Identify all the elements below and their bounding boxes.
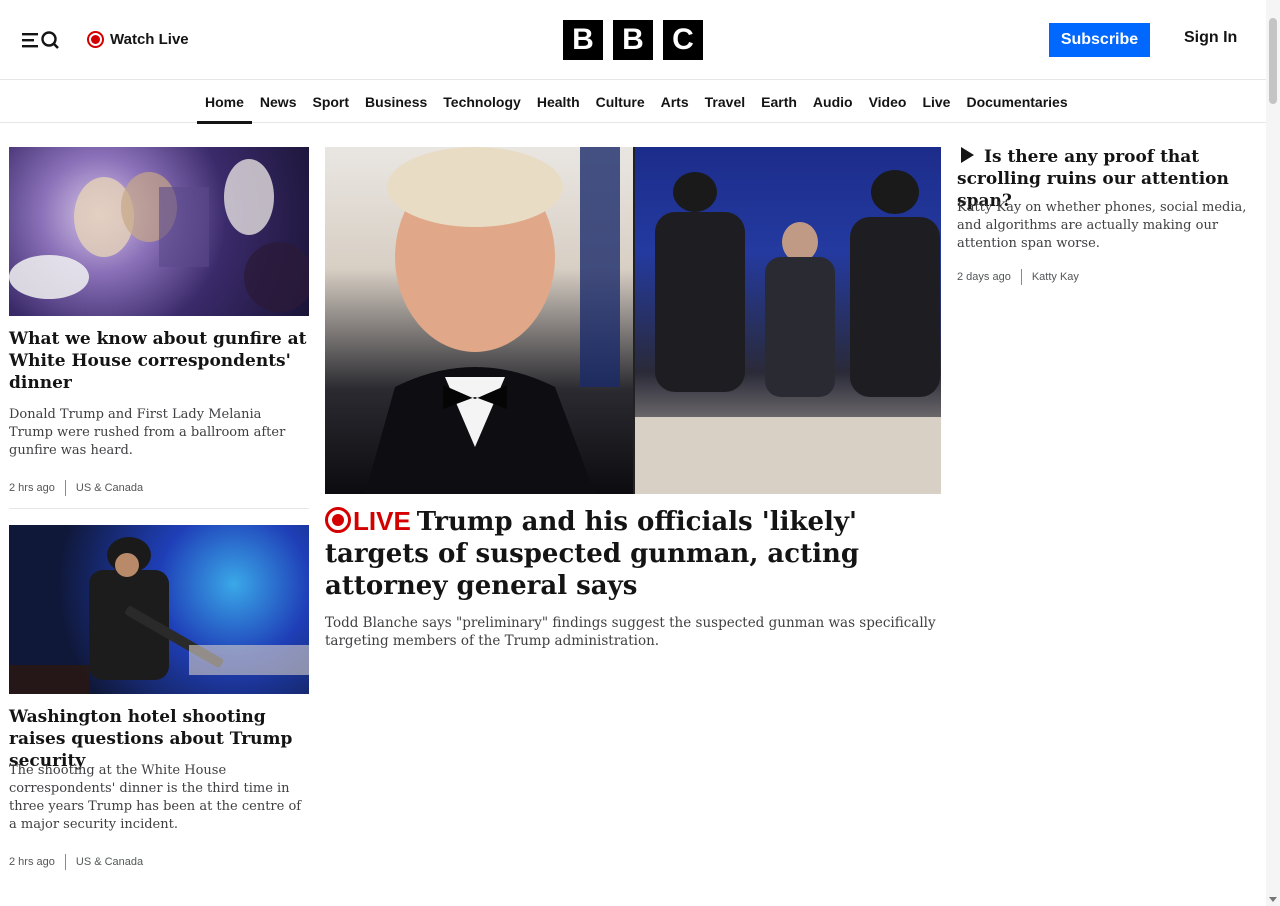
story-time: 2 days ago	[957, 271, 1011, 283]
photo-placeholder	[9, 159, 309, 312]
logo-letter: B	[563, 20, 603, 60]
story-image-hotel-shooting[interactable]	[9, 525, 309, 694]
site-header: Watch Live B B C Subscribe Sign In	[0, 0, 1266, 80]
story-section-link[interactable]: US & Canada	[76, 856, 143, 868]
main-story-image[interactable]	[325, 147, 941, 494]
nav-item-arts[interactable]: Arts	[653, 81, 697, 123]
scrollbar-thumb[interactable]	[1269, 18, 1277, 104]
portrait-placeholder	[365, 147, 620, 494]
nav-item-travel[interactable]: Travel	[697, 81, 753, 123]
watch-live-label: Watch Live	[110, 30, 189, 48]
story-image-gunfire-dinner[interactable]	[9, 147, 309, 316]
live-icon	[87, 30, 104, 48]
story-time: 2 hrs ago	[9, 856, 55, 868]
meta-divider	[64, 854, 66, 870]
nav-item-live[interactable]: Live	[914, 81, 958, 123]
story-time: 2 hrs ago	[9, 482, 55, 494]
menu-search-icon	[22, 31, 59, 49]
logo-letter: B	[613, 20, 653, 60]
photo-placeholder-left	[325, 147, 633, 494]
menu-search-button[interactable]	[20, 28, 62, 52]
sign-in-button[interactable]: Sign In	[1184, 29, 1237, 47]
nav-item-audio[interactable]: Audio	[805, 81, 861, 123]
nav-item-earth[interactable]: Earth	[753, 81, 805, 123]
nav-item-sport[interactable]: Sport	[304, 81, 357, 123]
meta-divider	[64, 480, 66, 496]
nav-item-video[interactable]: Video	[861, 81, 915, 123]
subscribe-button[interactable]: Subscribe	[1049, 23, 1150, 57]
story-divider	[9, 508, 309, 509]
meta-divider	[1020, 269, 1022, 285]
nav-item-news[interactable]: News	[252, 81, 305, 123]
live-icon	[325, 507, 351, 533]
photo-placeholder-right	[635, 147, 941, 494]
story-meta: 2 days ago Katty Kay	[957, 268, 1079, 286]
watch-live-link[interactable]: Watch Live	[87, 29, 189, 49]
main-story-headline[interactable]: LIVE Trump and his officials 'likely' tar…	[325, 505, 941, 602]
nav-item-documentaries[interactable]: Documentaries	[958, 81, 1075, 123]
page-scrollbar[interactable]	[1266, 0, 1280, 906]
bbc-logo[interactable]: B B C	[563, 20, 703, 60]
photo-placeholder	[9, 537, 309, 694]
story-summary: The shooting at the White House correspo…	[9, 763, 302, 832]
story-meta: 2 hrs ago US & Canada	[9, 853, 143, 871]
scroll-down-icon[interactable]	[1269, 897, 1277, 902]
nav-item-culture[interactable]: Culture	[588, 81, 653, 123]
side-story-summary: Katty Kay on whether phones, social medi…	[957, 200, 1247, 251]
story-headline[interactable]: What we know about gunfire at White Hous…	[9, 328, 309, 394]
nav-item-business[interactable]: Business	[357, 81, 435, 123]
logo-letter: C	[663, 20, 703, 60]
nav-item-home[interactable]: Home	[197, 81, 252, 124]
story-summary: Donald Trump and First Lady Melania Trum…	[9, 407, 286, 458]
play-icon	[961, 147, 974, 163]
story-section-link[interactable]: US & Canada	[76, 482, 143, 494]
nav-item-technology[interactable]: Technology	[435, 81, 529, 123]
story-author-link[interactable]: Katty Kay	[1032, 271, 1079, 283]
nav-item-health[interactable]: Health	[529, 81, 588, 123]
story-meta: 2 hrs ago US & Canada	[9, 479, 143, 497]
live-label: LIVE	[353, 506, 411, 536]
main-navigation: Home News Sport Business Technology Heal…	[0, 81, 1266, 124]
main-story-summary: Todd Blanche says "preliminary" findings…	[325, 615, 936, 649]
agents-placeholder	[635, 170, 941, 494]
